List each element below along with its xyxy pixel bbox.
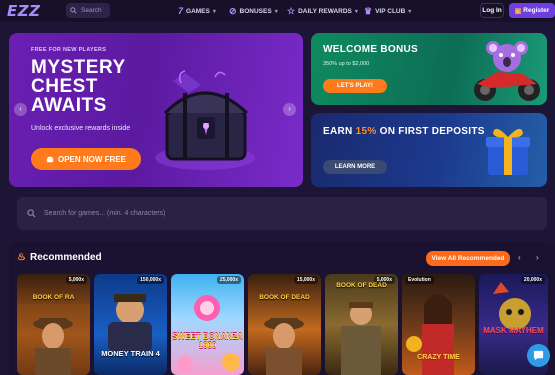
game-tile[interactable]: 15,000x BOOK OF DEAD [248, 274, 321, 375]
max-win-badge: 5,000x [65, 276, 87, 284]
provider-badge: Evolution [405, 276, 434, 284]
hero-prev-arrow[interactable]: ‹ [14, 103, 27, 116]
open-now-free-label: OPEN NOW FREE [57, 154, 126, 164]
max-win-badge: 15,000x [293, 276, 318, 284]
carousel-next-arrow[interactable]: › [536, 253, 539, 262]
chevron-down-icon: ▾ [354, 8, 358, 15]
chevron-down-icon: ▾ [408, 8, 412, 15]
register-button[interactable]: ▣ Register [509, 3, 555, 18]
game-tile[interactable]: 25,000x SWEET BONANZA 1000 [171, 274, 244, 375]
hero-next-arrow[interactable]: › [283, 103, 296, 116]
hero-title-line: CHEST [31, 76, 98, 97]
adventurer-artwork [264, 318, 304, 375]
nav-games[interactable]: 7 GAMES ▾ [178, 0, 216, 22]
game-tile[interactable]: 5,000x BOOK OF RA [17, 274, 90, 375]
nav-vip-club[interactable]: ♛ VIP CLUB ▾ [364, 0, 411, 22]
game-title: MASK MAYHEM [483, 326, 544, 335]
mystery-chest-illustration [155, 70, 255, 170]
game-title: BOOK OF DEAD [336, 282, 387, 289]
game-tile[interactable]: 150,000x MONEY TRAIN 4 [94, 274, 167, 375]
welcome-bonus-card[interactable]: WELCOME BONUS 350% up to $2,000 LET'S PL… [311, 33, 547, 105]
chat-icon [533, 350, 544, 361]
nav-daily-rewards-label: DAILY REWARDS [298, 7, 352, 15]
gift-icon: ▣ [514, 7, 522, 15]
header-search-input[interactable]: Search [66, 3, 110, 18]
register-label: Register [523, 7, 550, 14]
nav-daily-rewards[interactable]: ☆ DAILY REWARDS ▾ [287, 0, 358, 22]
live-chat-button[interactable] [527, 344, 550, 367]
hero-title-line: MYSTERY [31, 57, 126, 78]
carousel-prev-arrow[interactable]: ‹ [518, 253, 521, 262]
hero-banner[interactable]: FREE FOR NEW PLAYERS MYSTERY CHEST AWAIT… [9, 33, 303, 187]
game-tile[interactable]: Evolution CRAZY TIME [402, 274, 475, 375]
open-now-free-button[interactable]: OPEN NOW FREE [31, 148, 141, 170]
login-button[interactable]: Log In [480, 3, 504, 18]
game-search-placeholder: Search for games... (min. 4 characters) [44, 210, 166, 217]
hero-title-line: AWAITS [31, 95, 107, 116]
lets-play-button[interactable]: LET'S PLAY! [323, 79, 387, 93]
recommended-header: ♨ Recommended [17, 252, 102, 263]
game-tile[interactable]: 5,000x BOOK OF DEAD [325, 274, 398, 375]
learn-more-button[interactable]: LEARN MORE [323, 160, 387, 174]
max-win-badge: 150,000x [137, 276, 164, 284]
earn-deposits-card[interactable]: EARN 15% ON FIRST DEPOSITS LEARN MORE [311, 113, 547, 187]
hero-kicker: FREE FOR NEW PLAYERS [31, 47, 107, 53]
earn-deposits-title: EARN 15% ON FIRST DEPOSITS [323, 126, 485, 137]
chevron-down-icon: ▾ [274, 8, 278, 15]
max-win-badge: 20,000x [520, 276, 545, 284]
hero-title: MYSTERY CHEST AWAITS [31, 58, 126, 115]
max-win-badge: 25,000x [216, 276, 241, 284]
game-title: SWEET BONANZA 1000 [172, 332, 243, 350]
nav-bonuses[interactable]: ⊘ BONUSES ▾ [229, 0, 278, 22]
search-icon [27, 209, 36, 218]
star-icon: ☆ [287, 5, 296, 16]
nav-bonuses-label: BONUSES [239, 7, 272, 15]
seven-icon: 7 [178, 6, 184, 16]
game-title: BOOK OF RA [32, 294, 75, 301]
game-search-input[interactable]: Search for games... (min. 4 characters) [17, 197, 547, 230]
sweet-bonanza-artwork [177, 295, 240, 372]
koala-motorbike-illustration [474, 41, 540, 101]
nav-games-label: GAMES [186, 7, 210, 15]
header-search-placeholder: Search [81, 7, 102, 14]
search-icon [70, 7, 77, 14]
game-title: BOOK OF DEAD [259, 294, 310, 301]
view-all-recommended-button[interactable]: View All Recommended [426, 251, 510, 266]
site-logo[interactable]: EZZ [7, 2, 41, 20]
money-train-artwork [108, 294, 152, 352]
earn-title-post: ON FIRST DEPOSITS [376, 126, 485, 137]
nav-vip-club-label: VIP CLUB [375, 7, 406, 15]
recommended-title: Recommended [29, 252, 102, 263]
earn-title-highlight: 15% [355, 126, 377, 137]
welcome-bonus-subtitle: 350% up to $2,000 [323, 61, 370, 67]
crown-icon: ♛ [364, 5, 373, 16]
welcome-bonus-title: WELCOME BONUS [323, 44, 419, 55]
chevron-down-icon: ▾ [212, 8, 216, 15]
explorer-artwork [17, 304, 90, 375]
flame-icon: ♨ [17, 252, 26, 263]
hero-subtitle: Unlock exclusive rewards inside [31, 125, 131, 132]
game-title: CRAZY TIME [417, 354, 460, 361]
gift-box-illustration [486, 128, 530, 175]
chest-icon [46, 156, 54, 163]
earn-title-pre: EARN [323, 126, 356, 137]
percent-icon: ⊘ [229, 5, 237, 16]
rich-wilde-artwork [341, 302, 381, 375]
game-title: MONEY TRAIN 4 [101, 349, 160, 358]
